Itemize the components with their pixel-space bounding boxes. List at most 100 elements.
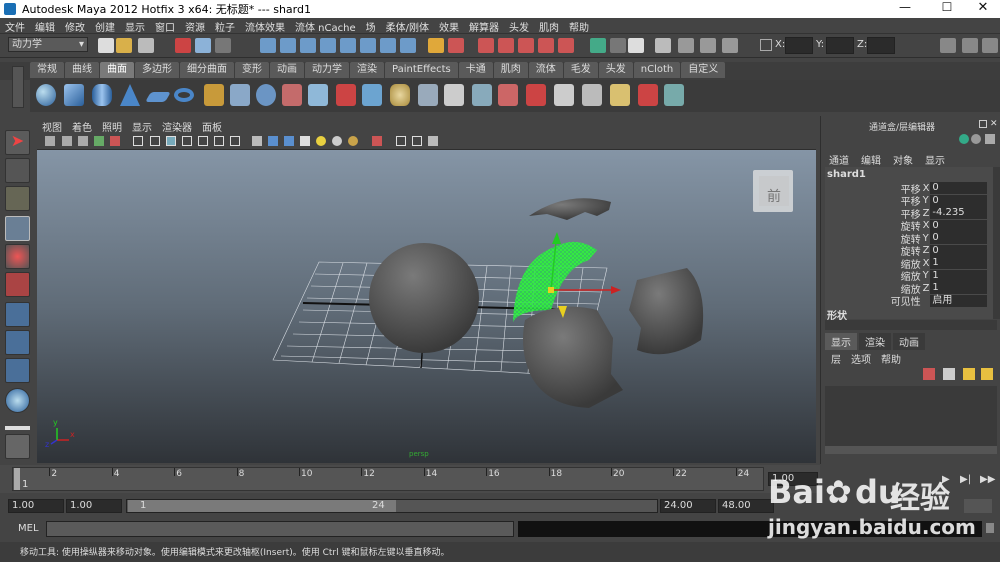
boundary-icon[interactable]: [336, 84, 356, 106]
shelf-tab-active[interactable]: 曲面: [100, 62, 134, 78]
range-handle[interactable]: [128, 500, 396, 512]
sphere-object[interactable]: [369, 243, 479, 353]
isolate-icon[interactable]: [214, 136, 224, 146]
range-end-field[interactable]: 24.00: [660, 499, 716, 513]
move-manip-center[interactable]: [548, 287, 554, 293]
cube-wire-icon[interactable]: [252, 136, 262, 146]
shelf-tab[interactable]: 渲染: [350, 62, 384, 78]
viewport-menu-item[interactable]: 着色: [67, 118, 97, 134]
shelf-tab[interactable]: 多边形: [135, 62, 179, 78]
scale-tool-icon[interactable]: [5, 272, 30, 297]
planar-icon[interactable]: [256, 84, 276, 106]
shard-piece-bottom[interactable]: [523, 306, 623, 408]
shelf-tab[interactable]: 毛发: [563, 62, 598, 78]
menu-item[interactable]: 窗口: [150, 18, 180, 34]
light-icon[interactable]: [316, 136, 326, 146]
time-slider-track[interactable]: 2 4 6 8 10 12 14 16 18 20 22 24: [12, 467, 764, 491]
menu-set-dropdown[interactable]: 动力学 ▾: [8, 37, 88, 52]
new-scene-icon[interactable]: [98, 38, 114, 53]
viewport-menu-item[interactable]: 渲染器: [157, 118, 197, 134]
sculpt-icon[interactable]: [610, 84, 630, 106]
camera-icon[interactable]: [45, 136, 55, 146]
hud-icon[interactable]: [230, 136, 240, 146]
nurbs-sphere-icon[interactable]: [36, 84, 56, 106]
layer-tab-anim[interactable]: 动画: [893, 333, 925, 350]
render-settings-icon[interactable]: [655, 38, 671, 53]
shelf-tab[interactable]: 卡通: [458, 62, 493, 78]
shelf-tab[interactable]: 流体: [528, 62, 563, 78]
snap-view-icon[interactable]: [538, 38, 554, 53]
cb-scrollbar[interactable]: [993, 167, 1000, 319]
xray-icon[interactable]: [198, 136, 208, 146]
menu-item[interactable]: 流体效果: [240, 18, 290, 34]
project-curve-icon[interactable]: [444, 84, 464, 106]
pick-mask-icon[interactable]: [300, 38, 316, 53]
textured-icon[interactable]: [166, 136, 176, 146]
hypershade-icon[interactable]: [678, 38, 694, 53]
move-manip-y-arrow[interactable]: [552, 232, 561, 244]
minimize-icon[interactable]: —: [888, 0, 922, 18]
shelf-tab[interactable]: 头发: [598, 62, 633, 78]
shelf-tab[interactable]: 常规: [30, 62, 64, 78]
channel-value[interactable]: 0: [930, 182, 987, 195]
new-layer-selected-icon[interactable]: [943, 368, 955, 380]
shard-piece-top[interactable]: [529, 198, 611, 220]
move-tool-icon[interactable]: [5, 216, 30, 241]
lasso-tool-icon[interactable]: [5, 158, 30, 183]
pick-mask-icon[interactable]: [260, 38, 276, 53]
layer-menu-item[interactable]: 层: [831, 351, 841, 366]
menu-item[interactable]: 帮助: [564, 18, 594, 34]
shelf-tab[interactable]: 动力学: [305, 62, 349, 78]
viewport-menu-item[interactable]: 显示: [127, 118, 157, 134]
last-tool-icon[interactable]: [5, 388, 30, 413]
lock-icon[interactable]: [428, 38, 444, 53]
cb-menu-item[interactable]: 显示: [925, 152, 945, 167]
outliner-icon[interactable]: [722, 38, 738, 53]
menu-item[interactable]: 资源: [180, 18, 210, 34]
channel-box-icon[interactable]: [982, 38, 998, 53]
lights-icon[interactable]: [182, 136, 192, 146]
untrim-icon[interactable]: [498, 84, 518, 106]
snap-grid-icon[interactable]: [478, 38, 494, 53]
cb-menu-item[interactable]: 通道: [829, 152, 849, 167]
close-icon[interactable]: ✕: [966, 0, 1000, 18]
range-start-field[interactable]: 1.00: [66, 499, 122, 513]
layer-icon[interactable]: [971, 134, 981, 144]
birail-icon[interactable]: [308, 84, 328, 106]
layer-scrollbar[interactable]: [825, 446, 997, 454]
nurbs-cone-icon[interactable]: [120, 84, 140, 106]
select-component-icon[interactable]: [215, 38, 231, 53]
shelf-tab[interactable]: nCloth: [633, 62, 681, 78]
save-scene-icon[interactable]: [138, 38, 154, 53]
tool-settings-icon[interactable]: [962, 38, 978, 53]
shelf-tab[interactable]: PaintEffects: [385, 62, 458, 78]
time-slider[interactable]: 2 4 6 8 10 12 14 16 18 20 22 24 1 1.00: [0, 465, 820, 493]
move-manip-x-arrow[interactable]: [611, 286, 621, 294]
frame-selected-icon[interactable]: [412, 136, 422, 146]
channel-value[interactable]: 1: [930, 257, 987, 270]
channel-icon[interactable]: [959, 134, 969, 144]
cube-textured-icon[interactable]: [284, 136, 294, 146]
construction-history-icon[interactable]: [590, 38, 606, 53]
cb-menu-item[interactable]: 编辑: [861, 152, 881, 167]
close-panel-icon[interactable]: ✕: [990, 119, 998, 129]
command-input[interactable]: [46, 521, 514, 537]
intersect-icon[interactable]: [418, 84, 438, 106]
ipr-render-icon[interactable]: [628, 38, 644, 53]
insert-isoparm-icon[interactable]: [638, 84, 658, 106]
bevel-icon[interactable]: [390, 84, 410, 106]
shelf-tab[interactable]: 变形: [235, 62, 269, 78]
camera-attr-icon[interactable]: [62, 136, 72, 146]
ambient-icon[interactable]: [348, 136, 358, 146]
paint-select-tool-icon[interactable]: [5, 186, 30, 211]
bookmark-icon[interactable]: [78, 136, 88, 146]
channel-row[interactable]: 可见性 启用: [827, 294, 987, 308]
x-field[interactable]: [785, 37, 813, 54]
layer-menu-item[interactable]: 选项: [851, 351, 871, 366]
current-time-marker[interactable]: [14, 468, 20, 490]
menu-item[interactable]: 显示: [120, 18, 150, 34]
pick-mask-icon[interactable]: [320, 38, 336, 53]
shelf-tab[interactable]: 自定义: [681, 62, 726, 78]
select-hierarchy-icon[interactable]: [175, 38, 191, 53]
z-field[interactable]: [867, 37, 895, 54]
